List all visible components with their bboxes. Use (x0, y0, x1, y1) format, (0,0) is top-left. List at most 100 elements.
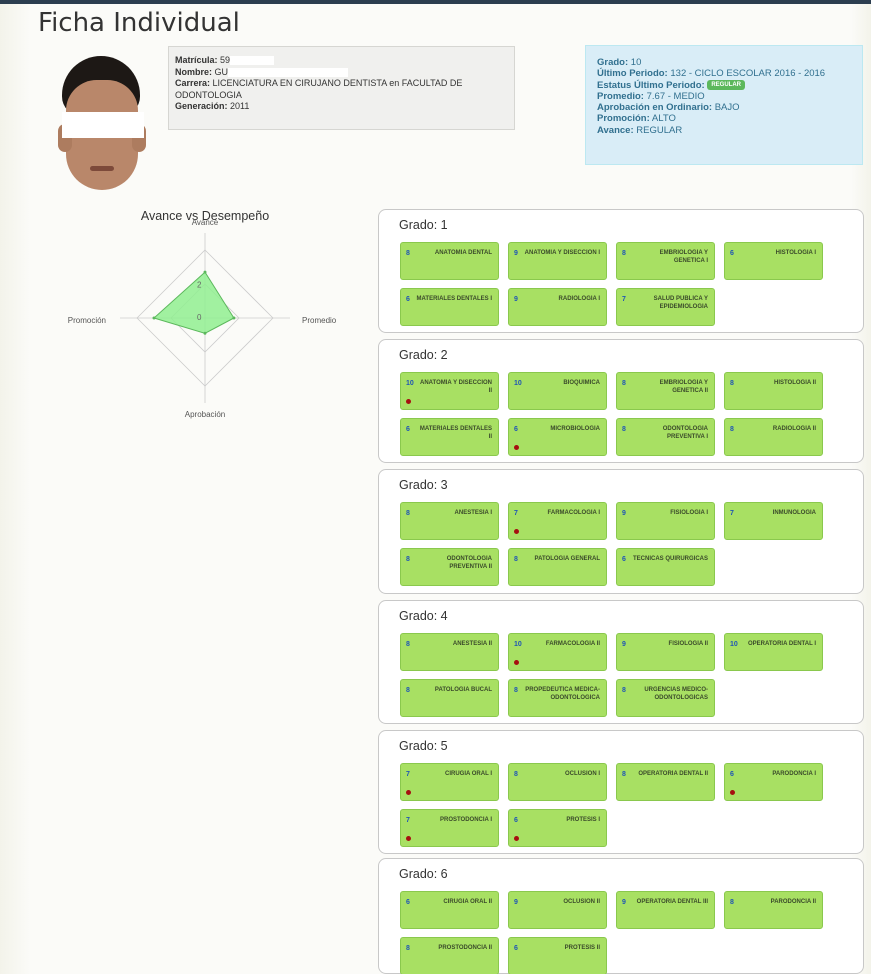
course-name: FARMACOLOGIA I (547, 510, 600, 516)
course-score: 7 (514, 510, 518, 517)
course-name: FISIOLOGIA II (668, 641, 708, 647)
course-card[interactable]: 6 CIRUGIA ORAL II (400, 891, 499, 929)
course-card[interactable]: 8 ODONTOLOGIA PREVENTIVA II (400, 548, 499, 586)
course-name: FISIOLOGIA I (670, 510, 708, 516)
course-card[interactable]: 10 ANATOMIA Y DISECCION II (400, 372, 499, 410)
course-name: PROSTODONCIA I (439, 817, 492, 823)
course-score: 6 (622, 556, 626, 563)
course-score: 7 (406, 771, 410, 778)
aprobacion-line: Aprobación en Ordinario: BAJO (597, 102, 851, 113)
grade-title: Grado: 5 (399, 739, 448, 753)
course-name: OPERATORIA DENTAL II (638, 771, 708, 777)
course-score: 8 (406, 510, 410, 517)
grade-title: Grado: 3 (399, 478, 448, 492)
course-score: 8 (406, 641, 410, 648)
course-card[interactable]: 10 FARMACOLOGIA II (508, 633, 607, 671)
course-card[interactable]: 8 URGENCIAS MEDICO-ODONTOLOGICAS (616, 679, 715, 717)
course-score: 8 (622, 771, 626, 778)
course-score: 6 (514, 817, 518, 824)
course-name: OPERATORIA DENTAL III (636, 899, 708, 905)
course-card[interactable]: 8 ANATOMIA DENTAL (400, 242, 499, 280)
ultimo-periodo-line: Último Periodo: 132 - CICLO ESCOLAR 2016… (597, 68, 851, 79)
course-score: 6 (514, 426, 518, 433)
course-card[interactable]: 6 TECNICAS QUIRURGICAS (616, 548, 715, 586)
course-name: TECNICAS QUIRURGICAS (632, 556, 708, 562)
grade-card-1: Grado: 1 8 ANATOMIA DENTAL 9 ANATOMIA Y DISE… (378, 209, 864, 333)
course-card[interactable]: 6 HISTOLOGIA I (724, 242, 823, 280)
course-card[interactable]: 6 MATERIALES DENTALES II (400, 418, 499, 456)
course-card[interactable]: 8 PROPEDEUTICA MEDICA-ODONTOLOGICA (508, 679, 607, 717)
course-name: CIRUGIA ORAL II (443, 899, 492, 905)
course-card[interactable]: 6 PROTESIS I (508, 809, 607, 847)
course-score: 10 (406, 380, 414, 387)
course-score: 9 (622, 641, 626, 648)
nombre-line: Nombre: GU (175, 67, 508, 79)
radar-axis-label-avance: Avance (192, 218, 219, 227)
course-card[interactable]: 8 ODONTOLOGIA PREVENTIVA I (616, 418, 715, 456)
estatus-line: Estatus Último Periodo: REGULAR (597, 80, 851, 91)
course-name: CIRUGIA ORAL I (444, 771, 492, 777)
matricula-line: Matrícula: 59 (175, 55, 508, 67)
course-card[interactable]: 8 OCLUSION I (508, 763, 607, 801)
course-card[interactable]: 8 EMBRIOLOGIA Y GENETICA II (616, 372, 715, 410)
grade-card-3: Grado: 3 8 ANESTESIA I 7 FARMACOLOGIA I 9 FISI… (378, 469, 864, 594)
course-score: 10 (730, 641, 738, 648)
course-card[interactable]: 8 RADIOLOGIA II (724, 418, 823, 456)
course-card[interactable]: 6 MATERIALES DENTALES I (400, 288, 499, 326)
course-card[interactable]: 8 PROSTODONCIA II (400, 937, 499, 974)
course-name: ODONTOLOGIA PREVENTIVA II (446, 556, 492, 570)
carrera-label: Carrera: (175, 78, 211, 88)
course-card[interactable]: 9 OCLUSION II (508, 891, 607, 929)
radar-point-3 (152, 316, 156, 320)
course-name: OCLUSION I (564, 771, 600, 777)
course-score: 9 (622, 899, 626, 906)
course-card[interactable]: 8 OPERATORIA DENTAL II (616, 763, 715, 801)
carrera-line: Carrera: LICENCIATURA EN CIRUJANO DENTIS… (175, 78, 508, 101)
course-card[interactable]: 9 FISIOLOGIA I (616, 502, 715, 540)
course-name: SALUD PUBLICA Y EPIDEMIOLOGIA (653, 296, 708, 310)
alert-dot-icon (730, 790, 735, 795)
radar-point-1 (232, 316, 236, 320)
course-card[interactable]: 9 ANATOMIA Y DISECCION I (508, 242, 607, 280)
course-name: MATERIALES DENTALES II (419, 426, 492, 440)
course-card[interactable]: 7 FARMACOLOGIA I (508, 502, 607, 540)
grade-card-5: Grado: 5 7 CIRUGIA ORAL I 8 OCLUSION I 8 OPERA… (378, 730, 864, 854)
course-card[interactable]: 10 BIOQUIMICA (508, 372, 607, 410)
course-card[interactable]: 8 PATOLOGIA GENERAL (508, 548, 607, 586)
course-card[interactable]: 6 PROTESIS II (508, 937, 607, 974)
course-card[interactable]: 8 ANESTESIA II (400, 633, 499, 671)
grado-value: 10 (630, 57, 642, 68)
photo-redaction (62, 112, 144, 138)
nombre-redaction (228, 67, 349, 77)
alert-dot-icon (514, 445, 519, 450)
promocion-line: Promoción: ALTO (597, 113, 851, 124)
course-card[interactable]: 10 OPERATORIA DENTAL I (724, 633, 823, 671)
grade-title: Grado: 6 (399, 867, 448, 881)
course-card[interactable]: 8 EMBRIOLOGIA Y GENETICA I (616, 242, 715, 280)
course-card[interactable]: 7 CIRUGIA ORAL I (400, 763, 499, 801)
course-card[interactable]: 8 ANESTESIA I (400, 502, 499, 540)
nombre-label: Nombre: (175, 66, 213, 77)
course-name: PROTESIS II (564, 945, 600, 951)
course-card[interactable]: 9 OPERATORIA DENTAL III (616, 891, 715, 929)
course-card[interactable]: 7 SALUD PUBLICA Y EPIDEMIOLOGIA (616, 288, 715, 326)
grade-card-4: Grado: 4 8 ANESTESIA II 10 FARMACOLOGIA II 9 F… (378, 600, 864, 724)
course-score: 6 (406, 426, 410, 433)
page-edge-left (0, 0, 30, 974)
course-card[interactable]: 9 FISIOLOGIA II (616, 633, 715, 671)
promocion-value: ALTO (651, 113, 676, 125)
course-score: 8 (730, 899, 734, 906)
course-card[interactable]: 8 PARODONCIA II (724, 891, 823, 929)
alert-dot-icon (406, 399, 411, 404)
course-card[interactable]: 6 PARODONCIA I (724, 763, 823, 801)
course-card[interactable]: 9 RADIOLOGIA I (508, 288, 607, 326)
course-card[interactable]: 8 HISTOLOGIA II (724, 372, 823, 410)
course-card[interactable]: 8 PATOLOGIA BUCAL (400, 679, 499, 717)
course-card[interactable]: 7 INMUNOLOGIA (724, 502, 823, 540)
radar-chart: Avance vs Desempeño 2 0 Avance Promedio Apro… (60, 206, 360, 426)
course-score: 7 (406, 817, 410, 824)
course-score: 8 (514, 771, 518, 778)
course-card[interactable]: 7 PROSTODONCIA I (400, 809, 499, 847)
course-card[interactable]: 6 MICROBIOLOGIA (508, 418, 607, 456)
ultimo-periodo-value: 132 - CICLO ESCOLAR 2016 - 2016 (670, 68, 826, 80)
